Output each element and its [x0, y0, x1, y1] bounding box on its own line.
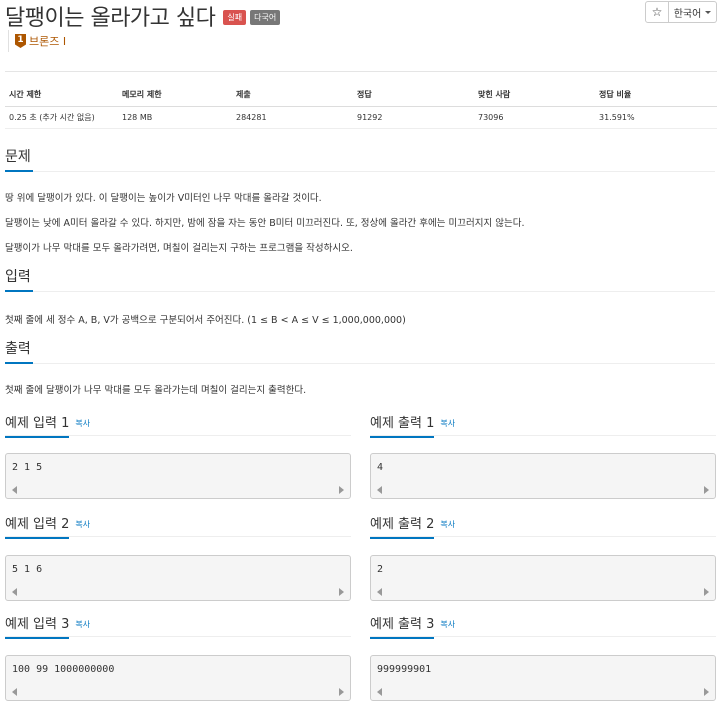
- sample-output-1-text: 4: [377, 462, 384, 473]
- accepted-value: 91292: [353, 106, 474, 129]
- solved-users-value: 73096: [474, 106, 595, 129]
- header-memory-limit: 메모리 제한: [118, 84, 232, 107]
- copy-button[interactable]: 복사: [75, 620, 90, 629]
- problem-section-title: 문제: [5, 146, 33, 172]
- copy-button[interactable]: 복사: [75, 520, 90, 529]
- memory-limit-value: 128 MB: [118, 106, 232, 129]
- sample-input-2-box: 5 1 6: [5, 555, 351, 601]
- time-limit-value: 0.25 초 (추가 시간 없음): [5, 106, 118, 129]
- copy-button[interactable]: 복사: [440, 419, 455, 428]
- scroll-left-icon[interactable]: [12, 486, 17, 494]
- tier-name: 브론즈 I: [29, 35, 67, 48]
- sample-output-2-header: 예제 출력 2 복사: [370, 513, 716, 539]
- header-accept-ratio: 정답 비율: [595, 84, 717, 107]
- horizontal-scrollbar[interactable]: [372, 585, 714, 599]
- scroll-left-icon[interactable]: [377, 588, 382, 596]
- sample-input-3-title: 예제 입력 3: [5, 615, 70, 639]
- sample-input-2-header: 예제 입력 2 복사: [5, 513, 351, 539]
- language-dropdown[interactable]: 한국어: [669, 1, 717, 23]
- scroll-left-icon[interactable]: [377, 486, 382, 494]
- problem-paragraph: 땅 위에 달팽이가 있다. 이 달팽이는 높이가 V미터인 나무 막대를 올라갈…: [5, 193, 322, 204]
- star-icon: ☆: [651, 5, 663, 19]
- header-time-limit: 시간 제한: [5, 84, 118, 107]
- scroll-right-icon[interactable]: [704, 486, 709, 494]
- scroll-right-icon[interactable]: [704, 588, 709, 596]
- horizontal-scrollbar[interactable]: [7, 585, 349, 599]
- horizontal-scrollbar[interactable]: [372, 685, 714, 699]
- status-badge-multilang: 다국어: [250, 9, 281, 25]
- copy-button[interactable]: 복사: [440, 520, 455, 529]
- star-button[interactable]: ☆: [645, 1, 669, 23]
- table-row: 0.25 초 (추가 시간 없음) 128 MB 284281 91292 73…: [5, 106, 717, 129]
- top-toolbar: ☆ 한국어: [645, 1, 717, 23]
- table-header-row: 시간 제한 메모리 제한 제출 정답 맞힌 사람 정답 비율: [5, 84, 717, 107]
- sample-input-2-text: 5 1 6: [12, 564, 43, 575]
- caret-down-icon: [705, 10, 712, 14]
- sample-output-3-box: 999999901: [370, 655, 716, 701]
- sample-output-1-title: 예제 출력 1: [370, 414, 435, 438]
- header-solved-users: 맞힌 사람: [474, 84, 595, 107]
- header-divider: [5, 71, 717, 72]
- scroll-left-icon[interactable]: [12, 588, 17, 596]
- sample-output-3-title: 예제 출력 3: [370, 615, 435, 639]
- accept-ratio-value: 31.591%: [595, 106, 717, 129]
- sample-output-3-text: 999999901: [377, 664, 432, 675]
- tier-indicator: 1 브론즈 I: [8, 30, 66, 52]
- sample-input-3-header: 예제 입력 3 복사: [5, 613, 351, 639]
- problem-header: 달팽이는 올라가고 싶다 실패 다국어: [5, 0, 281, 32]
- scroll-right-icon[interactable]: [339, 688, 344, 696]
- status-badge-fail: 실패: [223, 9, 247, 25]
- horizontal-scrollbar[interactable]: [7, 685, 349, 699]
- output-section-title: 출력: [5, 338, 33, 364]
- input-description: 첫째 줄에 세 정수 A, B, V가 공백으로 구분되어서 주어진다. (1 …: [5, 315, 406, 326]
- scroll-right-icon[interactable]: [339, 588, 344, 596]
- submissions-value: 284281: [232, 106, 353, 129]
- sample-input-2-title: 예제 입력 2: [5, 515, 70, 539]
- sample-input-1-title: 예제 입력 1: [5, 414, 70, 438]
- copy-button[interactable]: 복사: [440, 620, 455, 629]
- input-section-header: 입력: [5, 266, 715, 292]
- output-description: 첫째 줄에 달팽이가 나무 막대를 모두 올라가는데 며칠이 걸리는지 출력한다…: [5, 385, 307, 396]
- problem-paragraph: 달팽이가 나무 막대를 모두 올라가려면, 며칠이 걸리는지 구하는 프로그램을…: [5, 243, 353, 254]
- problem-section-header: 문제: [5, 146, 715, 172]
- header-accepted: 정답: [353, 84, 474, 107]
- sample-output-2-title: 예제 출력 2: [370, 515, 435, 539]
- problem-info-table: 시간 제한 메모리 제한 제출 정답 맞힌 사람 정답 비율 0.25 초 (추…: [5, 84, 717, 129]
- scroll-right-icon[interactable]: [339, 486, 344, 494]
- tier-badge-icon: 1: [15, 34, 26, 48]
- header-submissions: 제출: [232, 84, 353, 107]
- sample-output-2-text: 2: [377, 564, 384, 575]
- sample-output-1-header: 예제 출력 1 복사: [370, 412, 716, 438]
- sample-output-1-box: 4: [370, 453, 716, 499]
- page-title: 달팽이는 올라가고 싶다: [5, 6, 216, 31]
- scroll-right-icon[interactable]: [704, 688, 709, 696]
- scroll-left-icon[interactable]: [12, 688, 17, 696]
- horizontal-scrollbar[interactable]: [7, 483, 349, 497]
- scroll-left-icon[interactable]: [377, 688, 382, 696]
- problem-paragraph: 달팽이는 낮에 A미터 올라갈 수 있다. 하지만, 밤에 잠을 자는 동안 B…: [5, 218, 525, 229]
- sample-input-1-header: 예제 입력 1 복사: [5, 412, 351, 438]
- sample-output-2-box: 2: [370, 555, 716, 601]
- horizontal-scrollbar[interactable]: [372, 483, 714, 497]
- sample-input-3-text: 100 99 1000000000: [12, 664, 115, 675]
- sample-input-1-box: 2 1 5: [5, 453, 351, 499]
- sample-input-3-box: 100 99 1000000000: [5, 655, 351, 701]
- sample-output-3-header: 예제 출력 3 복사: [370, 613, 716, 639]
- sample-input-1-text: 2 1 5: [12, 462, 43, 473]
- language-label: 한국어: [673, 8, 702, 20]
- input-section-title: 입력: [5, 266, 33, 292]
- copy-button[interactable]: 복사: [75, 419, 90, 428]
- output-section-header: 출력: [5, 338, 715, 364]
